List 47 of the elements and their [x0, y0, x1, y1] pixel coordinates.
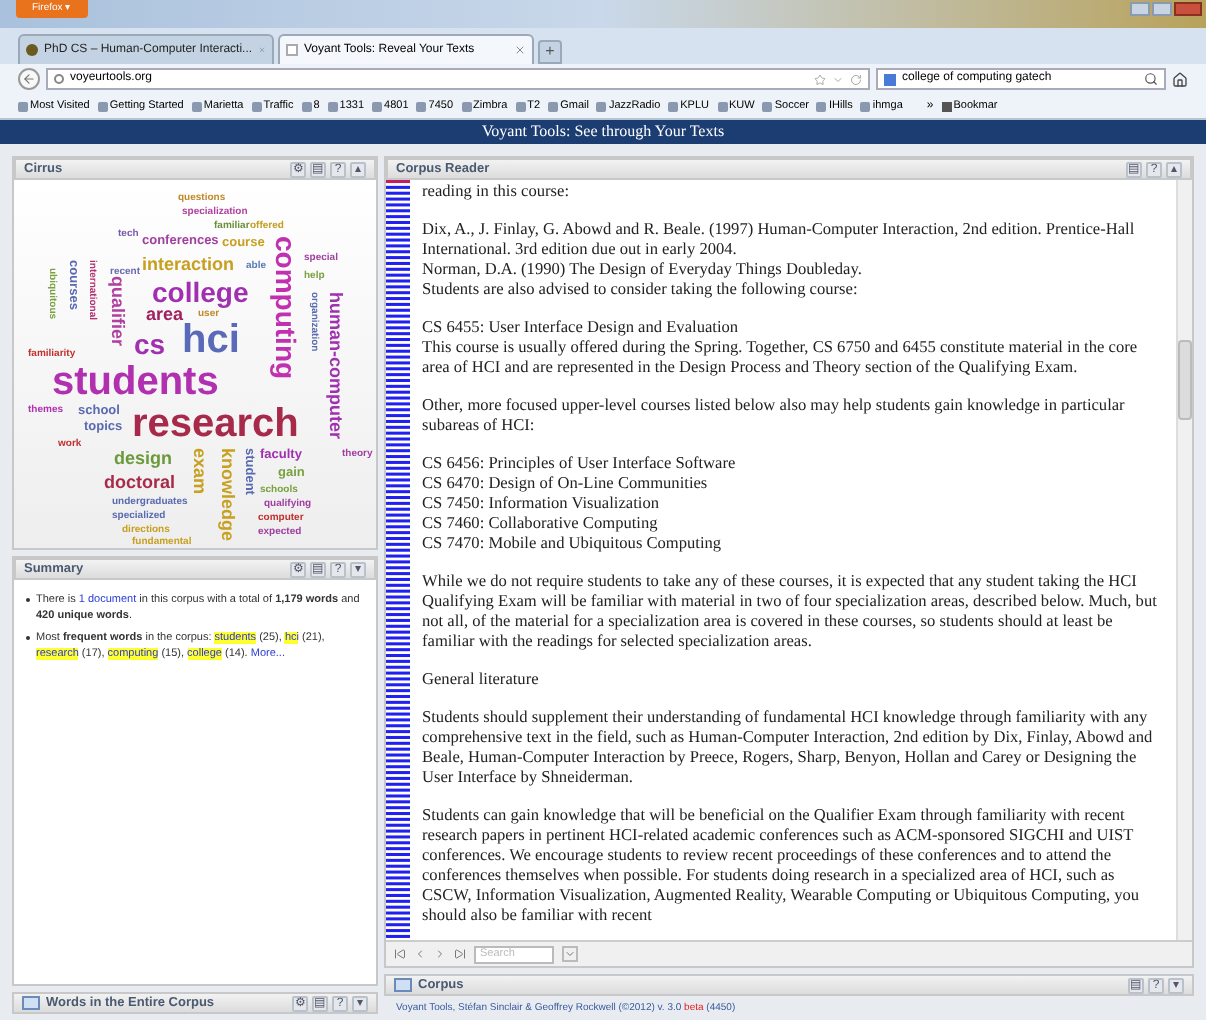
- last-page-icon[interactable]: [454, 948, 466, 960]
- cloud-word[interactable]: qualifier: [108, 276, 128, 347]
- bookmark-star-icon[interactable]: [814, 73, 826, 85]
- cloud-word[interactable]: area: [146, 304, 184, 324]
- close-icon[interactable]: [514, 44, 526, 56]
- scrollbar[interactable]: [1176, 180, 1192, 940]
- reader-text: Dix, A., J. Finlay, G. Abowd and R. Beale. (1997) Human-Computer Interaction, 2nd edition. Prentice-Hall International. 3rd edition due out in early 2004.: [422, 220, 1137, 260]
- cloud-word[interactable]: research: [132, 406, 299, 444]
- reader-text: While we do not require students to take any of these courses, it is expected that any student taking the HCI Qualifying Exam will be familiar with material in two of four specialization areas, described below. Much, but not all, of the material for a specialization area is covered in these courses, so students should at least be familiar with the readings for selected specialization areas.: [422, 572, 1159, 652]
- reader-text: Students can gain knowledge that will be beneficial on the Qualifier Exam through familiarity with recent research papers in pertinent HCI-related academic conferences such as ACM-sponsored SIGCHI and UIST conferences. We encourage students to review recent proceedings of these conferences and to attend the conferences themselves when possible. For students doing research in a specialized area of HCI, such as CSCW, Information Visualization, Augmented Reality, Wearable Computing or Ubiquitous Computing, you should also be familiar with recent: [422, 806, 1142, 926]
- dropdown-icon[interactable]: [562, 946, 578, 962]
- maximize-icon[interactable]: [1152, 2, 1172, 16]
- previous-icon[interactable]: [414, 948, 426, 960]
- cloud-word[interactable]: doctoral: [104, 472, 176, 492]
- reader-text: Students should supplement their understanding of fundamental HCI knowledge through familiarity with any comprehensive text in the field, such as Human-Computer Interaction, 2nd edition by Dix, Finlay, Abowd and Beale, Human-Computer Interaction by Preece, Rogers, Sharp, Benyon, Hollan and Carey or Designing the User Interface by Shneiderman.: [422, 708, 1155, 788]
- cloud-word[interactable]: students: [52, 364, 219, 402]
- close-icon[interactable]: [1174, 2, 1202, 16]
- dropdown-icon[interactable]: [832, 73, 844, 85]
- back-icon[interactable]: [18, 68, 40, 90]
- reader-text: CS 6455: User Interface Design and Evaluation: [422, 318, 741, 338]
- cloud-word[interactable]: design: [114, 448, 173, 468]
- reader-text: CS 6456: Principles of User Interface Software: [422, 454, 738, 474]
- cloud-word[interactable]: hci: [182, 322, 240, 360]
- window-icon: [22, 996, 40, 1010]
- app-title: Voyant Tools: See through Your Texts: [481, 120, 725, 144]
- next-icon[interactable]: [434, 948, 446, 960]
- reader-text: Norman, D.A. (1990) The Design of Everyday Things Doubleday.: [422, 260, 864, 280]
- reader-text: General literature: [422, 670, 541, 690]
- reader-text: CS 7450: Information Visualization: [422, 494, 661, 514]
- window-icon: [394, 978, 412, 992]
- reload-icon[interactable]: [850, 73, 862, 85]
- reader-text: CS 7460: Collaborative Computing: [422, 514, 660, 534]
- cloud-word[interactable]: cs: [134, 330, 166, 358]
- minimize-icon[interactable]: [1130, 2, 1150, 16]
- reader-text: This course is usually offered during the Spring. Together, CS 6750 and 6455 constitute material in the core area of HCI and are represented in the Design Process and Theory section of the Qualifying Exam.: [422, 338, 1140, 378]
- cloud-word[interactable]: college: [152, 278, 249, 306]
- first-page-icon[interactable]: [394, 948, 406, 960]
- reader-text: reading in this course:: [422, 182, 572, 202]
- reader-text: CS 7470: Mobile and Ubiquitous Computing: [422, 534, 724, 554]
- new-tab-button[interactable]: +: [538, 40, 562, 64]
- home-icon[interactable]: [1172, 71, 1188, 87]
- search-icon[interactable]: [1144, 72, 1158, 86]
- reader-text: Other, more focused upper-level courses listed below also may help students gain knowledge in particular subareas of HCI:: [422, 396, 1127, 436]
- cloud-word[interactable]: computing: [272, 236, 300, 380]
- cloud-word[interactable]: human-computer: [326, 292, 346, 440]
- reader-text: Students are also advised to consider taking the following course:: [422, 280, 860, 300]
- reader-text: CS 6470: Design of On-Line Communities: [422, 474, 710, 494]
